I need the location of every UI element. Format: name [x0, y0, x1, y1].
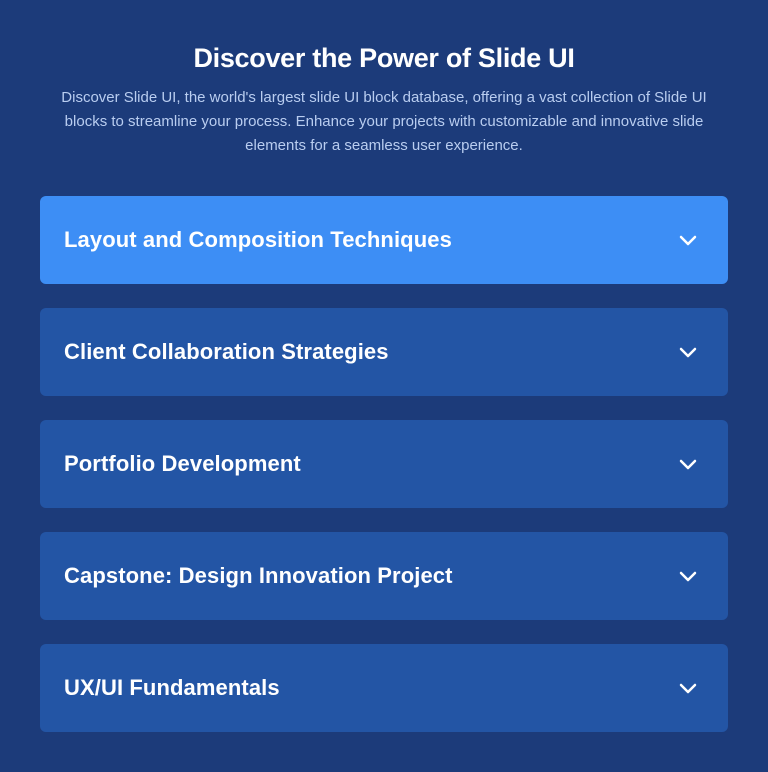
chevron-down-icon[interactable] [676, 564, 700, 588]
accordion-item-label: Client Collaboration Strategies [64, 339, 389, 364]
chevron-down-icon[interactable] [676, 452, 700, 476]
page: Discover the Power of Slide UI Discover … [0, 0, 768, 772]
accordion-item-client-collaboration[interactable]: Client Collaboration Strategies [40, 308, 728, 396]
page-title: Discover the Power of Slide UI [193, 43, 575, 73]
accordion-item-label: Capstone: Design Innovation Project [64, 563, 453, 588]
page-subtitle: Discover Slide UI, the world's largest s… [61, 89, 707, 154]
accordion-item-ux-ui-fundamentals[interactable]: UX/UI Fundamentals [40, 644, 728, 732]
chevron-down-icon[interactable] [676, 228, 700, 252]
accordion-item-label: UX/UI Fundamentals [64, 675, 280, 700]
accordion-item-capstone[interactable]: Capstone: Design Innovation Project [40, 532, 728, 620]
accordion: Layout and Composition Techniques Client… [40, 196, 728, 756]
accordion-item-portfolio-development[interactable]: Portfolio Development [40, 420, 728, 508]
accordion-item-label: Layout and Composition Techniques [64, 227, 452, 252]
accordion-item-label: Portfolio Development [64, 451, 301, 476]
chevron-down-icon[interactable] [676, 676, 700, 700]
chevron-down-icon[interactable] [676, 340, 700, 364]
header: Discover the Power of Slide UI Discover … [0, 0, 768, 158]
accordion-item-layout-composition[interactable]: Layout and Composition Techniques [40, 196, 728, 284]
